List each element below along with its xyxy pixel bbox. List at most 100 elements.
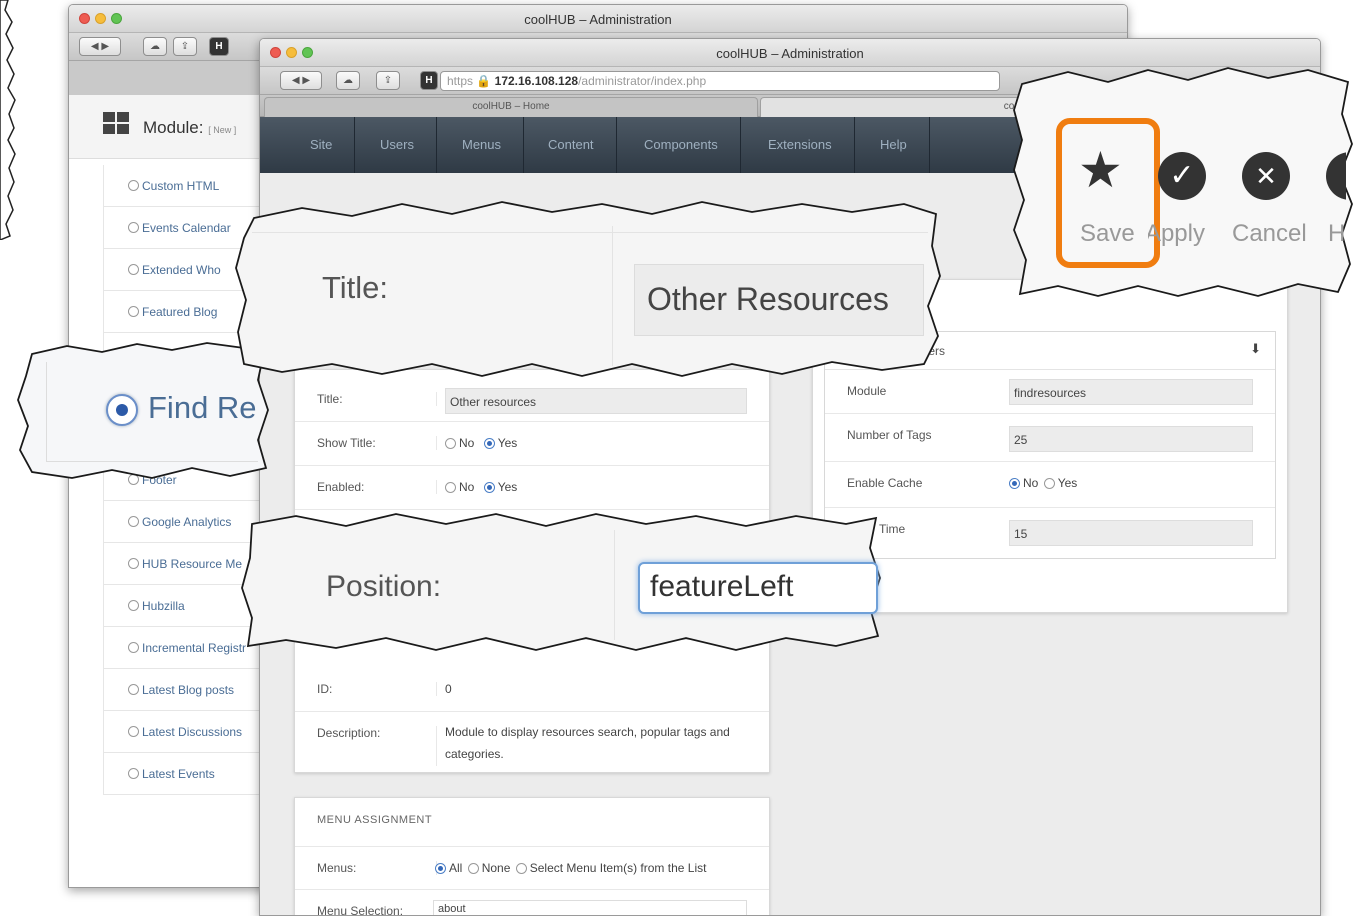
radio-selected-large-icon [106,394,138,426]
url-scheme: https [447,74,474,88]
nav-item[interactable]: Help [858,117,930,173]
toolbar-zoom-callout: ★ Save ✓ Apply ✕ Cancel H [1008,64,1360,300]
description-value: Module to display resources search, popu… [445,725,730,761]
star-icon[interactable]: ★ [1078,140,1123,200]
description-row: Description: Module to display resources… [295,712,769,772]
title-zoom-input[interactable]: Other Resources [634,264,924,336]
module-list-item[interactable]: Latest Blog posts [103,669,263,711]
param-module-input[interactable]: findresources [1009,379,1253,405]
apply-button[interactable]: Apply [1148,220,1205,248]
id-row: ID: 0 [295,668,769,712]
module-grid-icon [103,112,130,134]
share-icon[interactable]: ⇪ [376,71,400,90]
module-list-item-label: HUB Resource Me [142,556,243,571]
module-list-item-label: Incremental Registr [142,640,247,655]
nav-item[interactable]: Site [288,117,356,173]
param-time-row: Time 15 [825,508,1275,556]
back-forward-buttons[interactable]: ◀ ▶ [79,37,121,56]
module-list-item-label: Latest Events [142,766,215,781]
radio-icon [445,437,456,449]
cache-no[interactable]: No [1009,476,1038,490]
position-zoom-label: Position: [326,570,442,603]
position-zoom-callout: Position: featureLeft [236,508,884,658]
url-path: /administrator/index.php [578,74,707,88]
radio-icon [128,726,139,737]
module-list-item-label: Google Analytics [142,514,232,529]
title-input[interactable]: Other resources [445,388,747,414]
cache-yes[interactable]: Yes [1043,476,1077,490]
enabled-yes-label: Yes [497,480,518,494]
back-window-title: coolHUB – Administration [524,12,672,27]
cancel-x-icon[interactable]: ✕ [1242,152,1290,200]
radio-icon [445,481,456,493]
divider [614,530,615,640]
divider [252,232,928,233]
menus-none[interactable]: None [467,861,510,875]
menus-label: Menus: [317,861,437,875]
show-title-options: No Yes [445,436,749,452]
param-tags-label: Number of Tags [847,428,932,442]
back-titlebar: coolHUB – Administration [69,5,1127,33]
enabled-no[interactable]: No [445,480,474,494]
param-cache-row: Enable Cache No Yes [825,462,1275,508]
id-value: 0 [445,682,452,696]
help-icon[interactable] [1326,152,1346,200]
menu-assignment-panel: MENU ASSIGNMENT Menus: All None Select M… [294,797,770,915]
checkmark-icon[interactable]: ✓ [1158,152,1206,200]
position-zoom-input[interactable]: featureLeft [638,562,878,614]
enabled-row: Enabled: No Yes [295,466,769,510]
radio-icon [128,684,139,695]
menus-all[interactable]: All [435,861,462,875]
radio-icon [128,600,139,611]
nav-item[interactable]: Menus [440,117,525,173]
collapse-arrow-icon[interactable]: ⬇ [1250,341,1261,357]
module-list-item[interactable]: Latest Events [103,753,263,795]
show-title-no[interactable]: No [445,436,474,450]
front-titlebar: coolHUB – Administration [260,39,1320,67]
menus-all-label: All [449,861,463,875]
url-bar[interactable]: https 🔒 172.16.108.128/administrator/ind… [440,71,1000,91]
cancel-button[interactable]: Cancel [1232,220,1307,248]
module-title-label: Module: [143,118,204,137]
nav-item[interactable]: Components [622,117,741,173]
share-icon[interactable]: ⇪ [173,37,197,56]
enabled-label: Enabled: [317,480,437,494]
radio-icon [128,264,139,275]
back-forward-buttons[interactable]: ◀ ▶ [280,71,322,90]
nav-item[interactable]: Users [358,117,437,173]
module-title: Module: [ New ] [143,118,236,138]
divider [612,226,613,366]
enabled-no-label: No [459,480,475,494]
nav-item[interactable]: Extensions [746,117,855,173]
radio-icon [128,768,139,779]
show-title-no-label: No [459,436,475,450]
param-tags-row: Number of Tags 25 [825,414,1275,462]
show-title-yes-label: Yes [497,436,518,450]
param-time-input[interactable]: 15 [1009,520,1253,546]
lock-icon: 🔒 [476,74,492,88]
param-tags-input[interactable]: 25 [1009,426,1253,452]
radio-icon [128,558,139,569]
nav-item[interactable]: Content [526,117,617,173]
radio-icon [128,222,139,233]
title-label: Title: [317,392,437,406]
help-button-partial[interactable]: H [1328,220,1345,248]
radio-icon [467,862,479,874]
radio-icon [1043,477,1055,489]
show-title-yes[interactable]: Yes [483,436,518,450]
cloud-icon[interactable]: ☁ [143,37,167,56]
module-list-item-label: Extended Who [142,262,221,277]
id-label: ID: [317,682,437,696]
radio-icon [128,516,139,527]
menu-selection-list[interactable]: about [433,900,747,915]
radio-selected-icon [1009,477,1020,489]
save-button[interactable]: Save [1080,220,1135,248]
module-list-item-label: Hubzilla [142,598,185,613]
module-list-item-label: Featured Blog [142,304,218,319]
cloud-icon[interactable]: ☁ [336,71,360,90]
menus-select[interactable]: Select Menu Item(s) from the List [515,861,706,875]
param-cache-label: Enable Cache [847,476,923,490]
tab-home[interactable]: coolHUB – Home [264,97,758,117]
module-list-item[interactable]: Latest Discussions [103,711,263,753]
enabled-yes[interactable]: Yes [483,480,518,494]
